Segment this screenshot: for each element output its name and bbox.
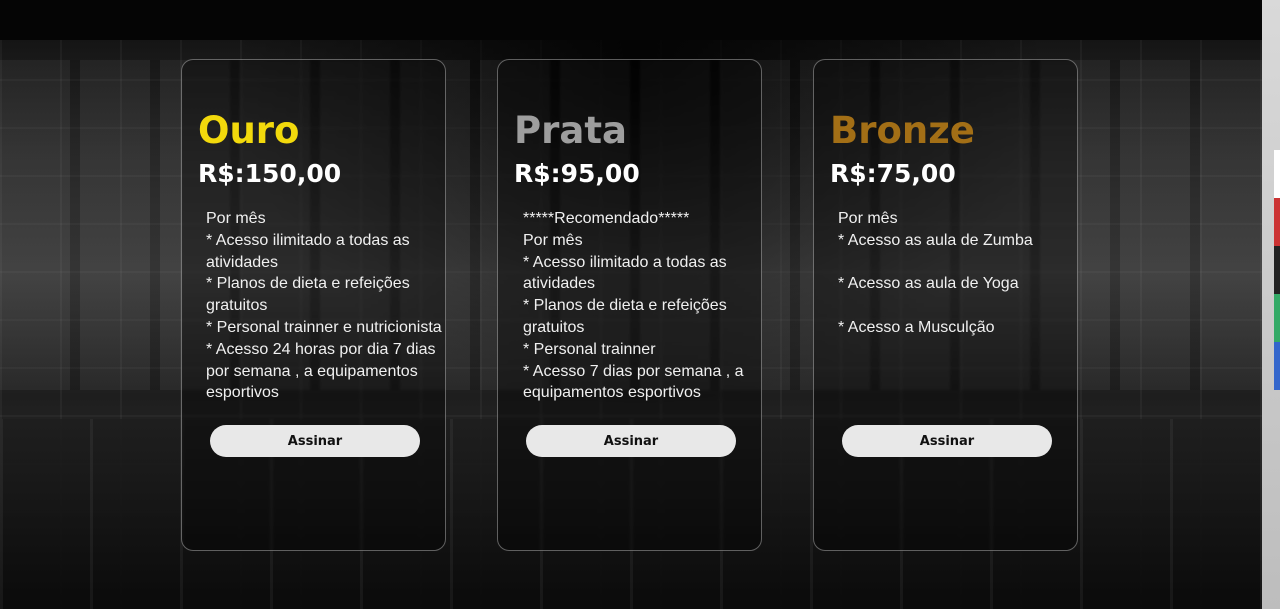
feature-spacer xyxy=(838,295,1082,317)
feature-item: Por mês xyxy=(523,231,583,249)
plan-card-bronze: Bronze R$:75,00 Por mês * Acesso as aula… xyxy=(813,59,1078,551)
plan-features: *****Recomendado***** Por mês * Acesso i… xyxy=(523,208,767,404)
feature-item: * Acesso ilimitado a todas as atividades xyxy=(523,253,732,293)
subscribe-button-prata[interactable]: Assinar xyxy=(526,425,736,457)
plan-card-prata: Prata R$:95,00 *****Recomendado***** Por… xyxy=(497,59,762,551)
plan-price: R$:95,00 xyxy=(514,159,640,188)
feature-item: * Acesso 7 dias por semana , a equipamen… xyxy=(523,362,749,402)
plan-name: Ouro xyxy=(198,109,300,152)
feature-item: Por mês xyxy=(838,210,898,227)
plan-price: R$:75,00 xyxy=(830,159,956,188)
plan-name: Prata xyxy=(514,109,627,152)
feature-item: * Acesso 24 horas por dia 7 dias por sem… xyxy=(206,340,440,402)
window-edge-decoration xyxy=(1274,150,1280,390)
feature-item: * Acesso a Musculção xyxy=(838,318,995,336)
plan-price: R$:150,00 xyxy=(198,159,342,188)
pricing-cards: Ouro R$:150,00 Por mês * Acesso ilimitad… xyxy=(0,0,1262,609)
feature-item: * Acesso as aula de Yoga xyxy=(838,275,1019,293)
feature-item: *****Recomendado***** xyxy=(523,210,690,227)
plan-features: Por mês * Acesso ilimitado a todas as at… xyxy=(206,208,450,404)
feature-item: Por mês xyxy=(206,210,266,227)
plan-card-ouro: Ouro R$:150,00 Por mês * Acesso ilimitad… xyxy=(181,59,446,551)
feature-item: * Personal trainner xyxy=(523,340,656,358)
plan-name: Bronze xyxy=(830,109,975,152)
subscribe-button-ouro[interactable]: Assinar xyxy=(210,425,420,457)
plan-features: Por mês * Acesso as aula de Zumba * Aces… xyxy=(838,208,1082,339)
feature-item: * Planos de dieta e refeições gratuitos xyxy=(523,297,732,336)
feature-item: * Personal trainner e nutricionista xyxy=(206,318,442,336)
adjacent-window-edge xyxy=(1262,0,1280,609)
feature-item: * Acesso as aula de Zumba xyxy=(838,231,1033,249)
subscribe-button-bronze[interactable]: Assinar xyxy=(842,425,1052,457)
feature-spacer xyxy=(838,252,1082,274)
feature-item: * Acesso ilimitado a todas as atividades xyxy=(206,231,415,271)
feature-item: * Planos de dieta e refeições gratuitos xyxy=(206,275,415,315)
